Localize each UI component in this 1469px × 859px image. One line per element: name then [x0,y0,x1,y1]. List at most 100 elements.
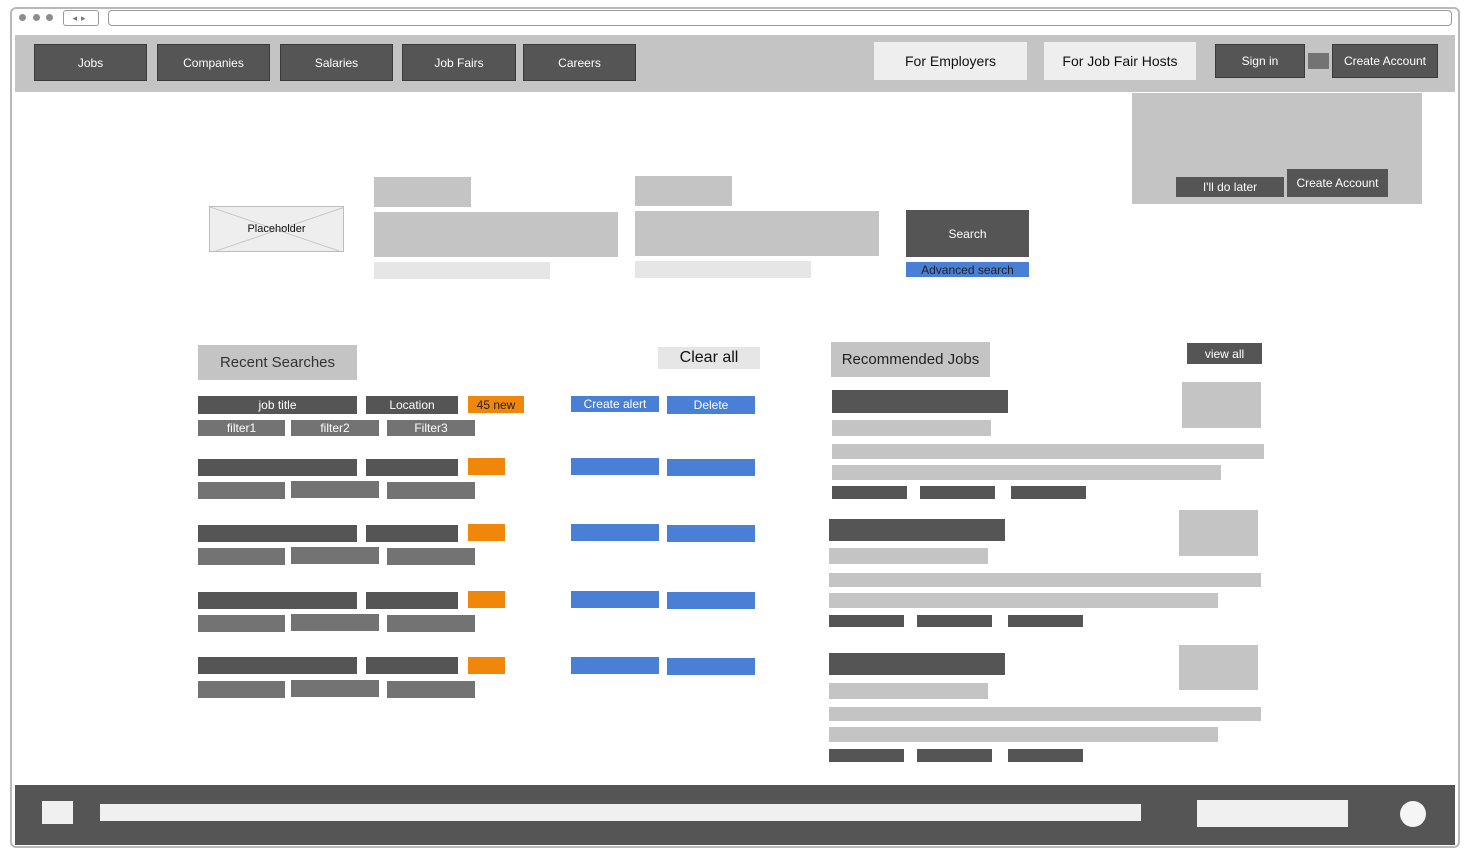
address-bar[interactable] [108,10,1452,26]
delete-button[interactable] [667,459,755,476]
window-control-dot[interactable] [33,14,40,21]
delete-button[interactable] [667,525,755,542]
filter-chip[interactable] [198,681,285,698]
for-employers-link[interactable]: For Employers [874,42,1027,80]
job-description-line [832,465,1221,480]
filter-chip[interactable] [387,482,475,499]
create-alert-button[interactable] [571,458,659,475]
recent-location[interactable] [366,657,458,674]
create-alert-button[interactable] [571,524,659,541]
footer [15,785,1455,845]
recent-job-title[interactable] [198,592,357,609]
footer-circle-icon[interactable] [1400,801,1426,827]
job-title[interactable] [829,653,1005,675]
job-description-line [829,727,1218,742]
placeholder-label: Placeholder [247,223,306,235]
clear-all-button[interactable]: Clear all [658,347,760,369]
advanced-search-link[interactable]: Advanced search [906,262,1029,277]
filter-chip[interactable] [387,548,475,565]
recent-searches-title: Recent Searches [198,345,357,380]
job-tag [829,615,904,627]
delete-button[interactable] [667,658,755,675]
filter-chip[interactable] [291,614,379,631]
job-tag [832,486,907,499]
recent-location[interactable] [366,592,458,609]
recent-job-title[interactable] [198,525,357,542]
filter-chip[interactable] [198,548,285,565]
nav-job-fairs[interactable]: Job Fairs [402,44,516,81]
recent-location[interactable] [366,459,458,476]
window-control-dot[interactable] [46,14,53,21]
job-tag [1011,486,1086,499]
filter-chip[interactable] [291,547,379,564]
job-tag [1008,749,1083,762]
job-tag [1008,615,1083,627]
filter-chip[interactable] [387,615,475,632]
location-hint [635,261,811,278]
new-count-badge [468,591,505,608]
recent-job-title[interactable]: job title [198,396,357,414]
nav-salaries[interactable]: Salaries [280,44,393,81]
delete-button[interactable]: Delete [667,396,755,414]
job-tag [917,615,992,627]
location-input[interactable] [635,211,879,256]
company-name [829,683,988,699]
keyword-label [374,177,471,207]
new-count-badge: 45 new [468,396,524,413]
job-tag [917,749,992,762]
create-alert-button[interactable] [571,657,659,674]
new-count-badge [468,657,505,674]
filter-chip[interactable] [198,615,285,632]
job-tag [829,749,904,762]
recent-location[interactable]: Location [366,396,458,414]
recent-job-title[interactable] [198,657,357,674]
job-title[interactable] [829,519,1005,541]
filter-chip[interactable] [291,481,379,498]
keyword-hint [374,262,550,279]
filter-chip[interactable] [198,482,285,499]
new-count-badge [468,458,505,475]
delete-button[interactable] [667,592,755,609]
recommended-jobs-title: Recommended Jobs [831,342,990,377]
filter-chip[interactable]: filter2 [291,420,379,436]
job-title[interactable] [832,390,1008,413]
logo-placeholder: Placeholder [209,206,344,252]
do-later-button[interactable]: I'll do later [1176,177,1284,197]
job-description-line [829,707,1261,721]
view-all-button[interactable]: view all [1187,343,1262,364]
create-alert-button[interactable]: Create alert [571,396,659,412]
company-name [832,420,991,436]
window-control-dot[interactable] [19,14,26,21]
nav-jobs[interactable]: Jobs [34,44,147,81]
location-label [635,176,732,206]
job-description-line [832,444,1264,459]
recent-job-title[interactable] [198,459,357,476]
for-job-fair-hosts-link[interactable]: For Job Fair Hosts [1044,42,1196,80]
prompt-create-account-button[interactable]: Create Account [1287,169,1388,197]
create-account-button[interactable]: Create Account [1332,44,1438,78]
footer-logo [42,801,73,824]
footer-links-bar [100,804,1141,821]
company-logo [1182,382,1261,428]
new-count-badge [468,524,505,541]
filter-chip[interactable]: filter1 [198,420,285,436]
nav-companies[interactable]: Companies [157,44,270,81]
filter-chip[interactable] [291,680,379,697]
sign-in-button[interactable]: Sign in [1215,44,1305,78]
footer-input[interactable] [1197,800,1348,827]
search-button[interactable]: Search [906,210,1029,257]
create-alert-button[interactable] [571,591,659,608]
company-logo [1179,645,1258,690]
company-name [829,548,988,564]
company-logo [1179,510,1258,556]
back-forward-icon[interactable]: ◂▸ [63,10,99,26]
job-description-line [829,593,1218,608]
keyword-input[interactable] [374,212,618,257]
filter-chip[interactable] [387,681,475,698]
recent-location[interactable] [366,525,458,542]
user-icon [1308,53,1329,69]
nav-careers[interactable]: Careers [523,44,636,81]
job-description-line [829,573,1261,587]
top-navigation: Jobs Companies Salaries Job Fairs Career… [15,35,1455,92]
filter-chip[interactable]: Filter3 [387,420,475,436]
